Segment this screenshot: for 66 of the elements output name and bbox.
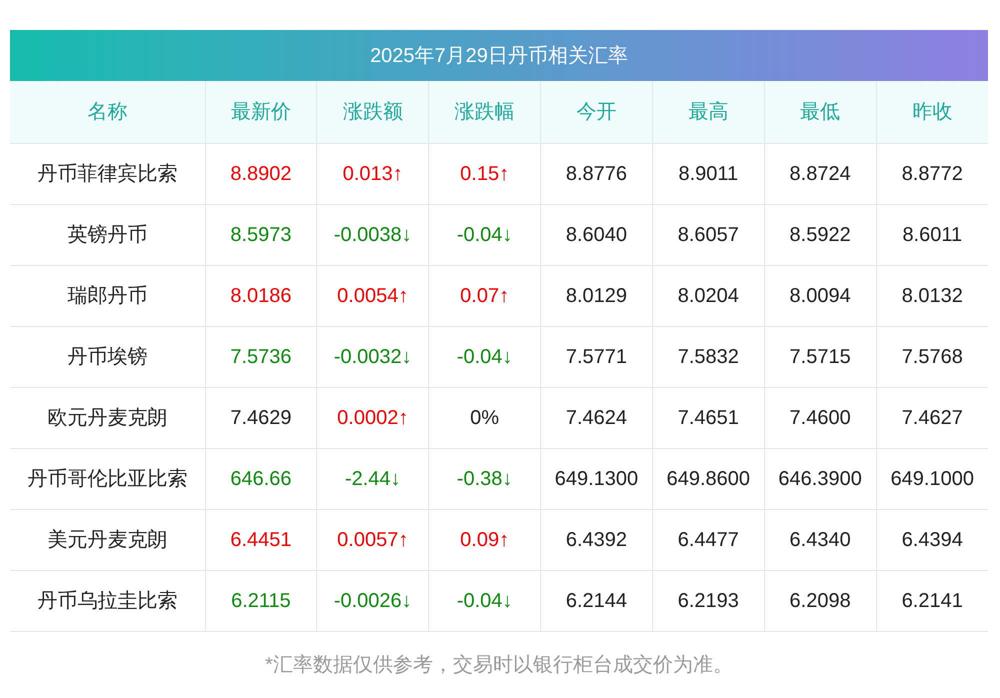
table-cell: 0.013↑ — [316, 143, 429, 204]
table-cell: -0.04↓ — [428, 326, 541, 387]
footnote: *汇率数据仅供参考，交易时以银行柜台成交价为准。 — [264, 652, 734, 678]
table-cell: 0.0002↑ — [316, 387, 429, 448]
column-header: 最高 — [652, 81, 764, 143]
table-cell: 丹币埃镑 — [10, 326, 205, 387]
table-cell: 8.5973 — [205, 204, 317, 265]
table-cell: -0.04↓ — [428, 204, 541, 265]
table-cell: 8.0204 — [652, 265, 764, 326]
table-cell: -0.04↓ — [428, 570, 541, 631]
table-cell: 美元丹麦克朗 — [10, 509, 205, 570]
table-cell: 649.8600 — [652, 448, 764, 509]
table-cell: 7.5771 — [540, 326, 652, 387]
table-cell: 6.4451 — [205, 509, 317, 570]
table-cell: 丹币乌拉圭比索 — [10, 570, 205, 631]
table-cell: 丹币哥伦比亚比索 — [10, 448, 205, 509]
table-cell: 8.9011 — [652, 143, 764, 204]
table-cell: 8.5922 — [764, 204, 876, 265]
table-cell: 0% — [428, 387, 541, 448]
table-cell: 0.07↑ — [428, 265, 541, 326]
table-cell: 8.8902 — [205, 143, 317, 204]
table-cell: 6.4340 — [764, 509, 876, 570]
table-cell: 7.4629 — [205, 387, 317, 448]
table-cell: 0.15↑ — [428, 143, 541, 204]
table-cell: 6.2115 — [205, 570, 317, 631]
column-header: 今开 — [540, 81, 652, 143]
table-cell: 欧元丹麦克朗 — [10, 387, 205, 448]
table-cell: 0.09↑ — [428, 509, 541, 570]
column-header: 涨跌额 — [316, 81, 429, 143]
column-header: 最新价 — [205, 81, 317, 143]
table-cell: 7.4624 — [540, 387, 652, 448]
table-cell: -0.0038↓ — [316, 204, 429, 265]
table-cell: 8.0094 — [764, 265, 876, 326]
table-cell: 0.0054↑ — [316, 265, 429, 326]
table-cell: 8.8724 — [764, 143, 876, 204]
table-cell: 7.5715 — [764, 326, 876, 387]
table-cell: 瑞郎丹币 — [10, 265, 205, 326]
table-cell: 丹币菲律宾比索 — [10, 143, 205, 204]
table-title: 2025年7月29日丹币相关汇率 — [10, 30, 988, 81]
table-cell: -0.38↓ — [428, 448, 541, 509]
table-cell: 英镑丹币 — [10, 204, 205, 265]
table-cell: -2.44↓ — [316, 448, 429, 509]
table-cell: 8.0129 — [540, 265, 652, 326]
column-header: 涨跌幅 — [428, 81, 541, 143]
table-cell: 7.4651 — [652, 387, 764, 448]
column-header: 名称 — [10, 81, 205, 143]
table-cell: 646.66 — [205, 448, 317, 509]
table-cell: 7.5736 — [205, 326, 317, 387]
table-cell: 8.8776 — [540, 143, 652, 204]
table-cell: 8.0186 — [205, 265, 317, 326]
table-cell: 8.6040 — [540, 204, 652, 265]
table-cell: 7.4600 — [764, 387, 876, 448]
table-cell: 0.0057↑ — [316, 509, 429, 570]
table-cell: 6.4477 — [652, 509, 764, 570]
table-cell: 6.4392 — [540, 509, 652, 570]
table-cell: 6.2098 — [764, 570, 876, 631]
table-cell: -0.0026↓ — [316, 570, 429, 631]
table-cell: 7.5832 — [652, 326, 764, 387]
table-cell: 646.3900 — [764, 448, 876, 509]
column-header: 最低 — [764, 81, 876, 143]
table-cell: -0.0032↓ — [316, 326, 429, 387]
table-cell: 6.2144 — [540, 570, 652, 631]
column-header: 昨收 — [876, 81, 988, 143]
table-cell: 8.6057 — [652, 204, 764, 265]
table-cell: 6.2193 — [652, 570, 764, 631]
table-cell: 649.1300 — [540, 448, 652, 509]
